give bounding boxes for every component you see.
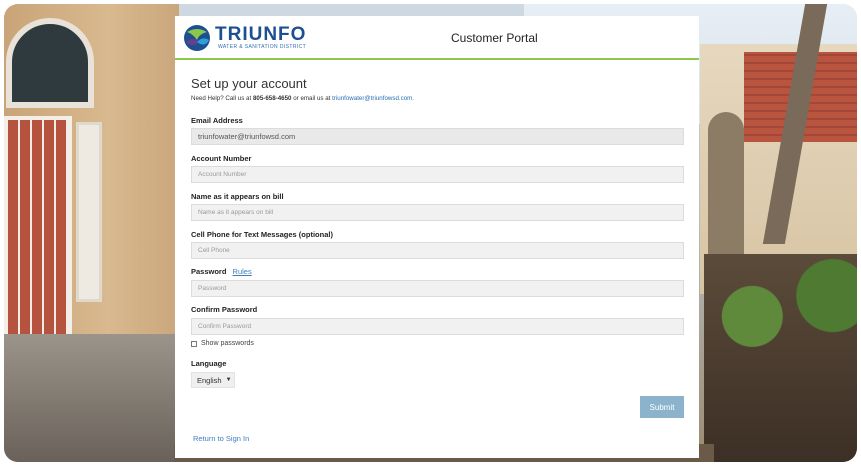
arched-window: [6, 18, 94, 108]
portal-title: Customer Portal: [451, 31, 538, 45]
checkbox-icon[interactable]: [191, 340, 197, 347]
help-text: Need Help? Call us at 805-658-4650 or em…: [191, 95, 414, 102]
logo-text: TRIUNFO WATER & SANITATION DISTRICT: [215, 24, 307, 50]
cell-phone-input[interactable]: [191, 242, 684, 259]
email-field[interactable]: [191, 128, 684, 145]
confirm-password-input[interactable]: [191, 318, 684, 335]
password-label-row: Password Rules: [191, 267, 252, 276]
chevron-down-icon: ▼: [225, 377, 232, 383]
logo-name: TRIUNFO: [215, 24, 307, 45]
confirm-password-label: Confirm Password: [191, 305, 258, 314]
name-label: Name as it appears on bill: [191, 192, 284, 201]
triunfo-logo: TRIUNFO WATER & SANITATION DISTRICT: [183, 24, 306, 52]
account-number-input[interactable]: [191, 166, 684, 183]
panel-header: TRIUNFO WATER & SANITATION DISTRICT Cust…: [175, 16, 699, 60]
logo-subtitle: WATER & SANITATION DISTRICT: [218, 44, 307, 50]
language-select[interactable]: English ▼: [191, 372, 235, 388]
email-label: Email Address: [191, 116, 243, 125]
logo-mark-icon: [183, 24, 211, 52]
show-passwords-label: Show passwords: [201, 340, 254, 347]
door-sidelight: [76, 122, 102, 302]
arched-entry-right: [708, 112, 744, 262]
language-selected: English: [197, 375, 222, 385]
name-input[interactable]: [191, 204, 684, 221]
garden-shrubs: [704, 254, 857, 462]
password-input[interactable]: [191, 280, 684, 297]
portal-panel: TRIUNFO WATER & SANITATION DISTRICT Cust…: [175, 16, 699, 458]
porch-floor: [4, 334, 179, 462]
front-door: [4, 116, 72, 346]
help-email-link[interactable]: triunfowater@triunfowsd.com.: [332, 95, 414, 102]
return-to-sign-in-link[interactable]: Return to Sign In: [193, 434, 249, 443]
help-mid: or email us at: [293, 95, 331, 102]
account-number-label: Account Number: [191, 154, 252, 163]
help-prefix: Need Help? Call us at: [191, 95, 252, 102]
page-title: Set up your account: [191, 76, 307, 91]
cell-phone-label: Cell Phone for Text Messages (optional): [191, 230, 333, 239]
submit-button[interactable]: Submit: [640, 396, 684, 418]
password-label: Password: [191, 267, 227, 276]
language-label: Language: [191, 359, 227, 368]
password-rules-link[interactable]: Rules: [233, 267, 252, 276]
help-phone: 805-658-4650: [252, 95, 292, 102]
show-passwords-row[interactable]: Show passwords: [191, 340, 254, 347]
